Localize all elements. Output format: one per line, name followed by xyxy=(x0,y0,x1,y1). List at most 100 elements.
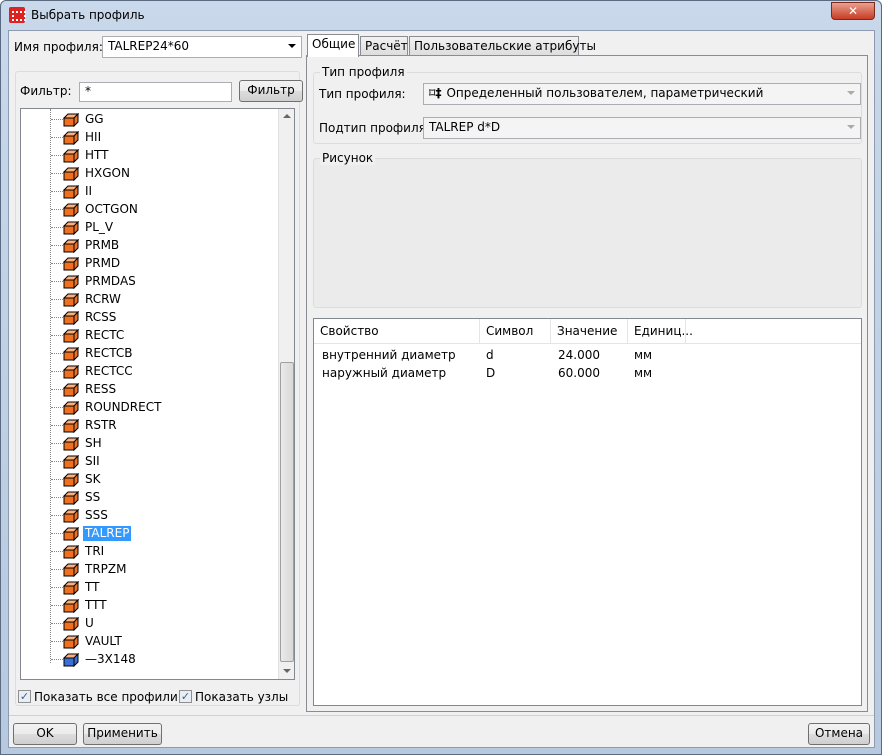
profile-cube-icon xyxy=(63,563,79,577)
tree-item-label: RECTC xyxy=(85,328,125,342)
title-bar[interactable]: Выбрать профиль ✕ xyxy=(1,1,881,29)
window-title: Выбрать профиль xyxy=(31,8,145,22)
close-button[interactable]: ✕ xyxy=(831,2,875,20)
profile-cube-icon xyxy=(63,221,79,235)
tree-item-label: PRMD xyxy=(85,256,121,270)
tree-scrollbar[interactable] xyxy=(278,109,294,679)
tree-line xyxy=(50,109,51,663)
profile-cube-icon xyxy=(63,437,79,451)
column-header-value[interactable]: Значение xyxy=(551,319,628,343)
picture-group-label: Рисунок xyxy=(320,151,376,165)
chevron-down-icon xyxy=(288,44,296,48)
table-cell: мм xyxy=(634,348,653,362)
profile-cube-icon xyxy=(63,419,79,433)
ok-button[interactable]: OK xyxy=(13,723,77,745)
column-header-property[interactable]: Свойство xyxy=(314,319,480,343)
tree-item-label: RCRW xyxy=(85,292,121,306)
filter-label: Фильтр: xyxy=(20,84,72,98)
tree-item-label: VAULT xyxy=(85,634,122,648)
show-nodes-checkbox[interactable]: ✓ xyxy=(179,690,192,703)
dialog-window: Выбрать профиль ✕ Имя профиля: TALREP24*… xyxy=(0,0,882,755)
profile-cube-icon xyxy=(63,545,79,559)
profile-type-value: Определенный пользователем, параметричес… xyxy=(446,86,764,100)
tree-item-label: TRI xyxy=(85,544,105,558)
scroll-up-icon[interactable] xyxy=(283,114,291,118)
apply-button[interactable]: Применить xyxy=(83,723,162,745)
tree-item-label: OCTGON xyxy=(85,202,138,216)
tree-item-label: SII xyxy=(85,454,100,468)
table-row[interactable]: наружный диаметр D 60.000 мм xyxy=(314,365,861,383)
tree-item-label: HXGON xyxy=(85,166,130,180)
profile-name-label: Имя профиля: xyxy=(14,40,103,54)
properties-table[interactable]: Свойство Символ Значение Единиц... внутр… xyxy=(313,318,862,706)
scroll-down-icon[interactable] xyxy=(283,669,291,673)
profile-type-group-label: Тип профиля xyxy=(320,65,407,79)
profile-cube-icon xyxy=(63,599,79,613)
tree-item-label: ROUNDRECT xyxy=(85,400,162,414)
profile-cube-icon xyxy=(63,455,79,469)
profile-name-value: TALREP24*60 xyxy=(108,39,189,53)
tree-item-label: TT xyxy=(85,580,100,594)
profile-cube-icon xyxy=(63,491,79,505)
tree-item-label: RESS xyxy=(85,382,117,396)
tree-item-label: PRMB xyxy=(85,238,120,252)
dialog-body: Имя профиля: TALREP24*60 Фильтр: * Фильт… xyxy=(8,30,875,748)
table-cell: мм xyxy=(634,366,653,380)
tree-item-label: RECTCB xyxy=(85,346,133,360)
tree-item-label: —3X148 xyxy=(85,652,136,666)
cancel-button[interactable]: Отмена xyxy=(808,723,870,745)
tree-item-label: PL_V xyxy=(85,220,114,234)
tree-item-label: SS xyxy=(85,490,101,504)
tab-calculation[interactable]: Расчёт xyxy=(360,36,408,56)
tree-item-label: SH xyxy=(85,436,102,450)
profile-cube-icon xyxy=(63,653,79,667)
profile-cube-icon xyxy=(63,311,79,325)
tree-item-label: SK xyxy=(85,472,101,486)
profile-cube-icon xyxy=(63,509,79,523)
profile-cube-icon xyxy=(63,383,79,397)
profile-cube-icon xyxy=(63,185,79,199)
profile-cube-icon xyxy=(63,113,79,127)
tree-item-label: PRMDAS xyxy=(85,274,136,288)
profile-cube-icon xyxy=(63,293,79,307)
table-row[interactable]: внутренний диаметр d 24.000 мм xyxy=(314,347,861,365)
profile-cube-icon xyxy=(63,275,79,289)
table-cell: внутренний диаметр xyxy=(322,348,456,362)
tree-item-label: TRPZM xyxy=(85,562,127,576)
scroll-thumb[interactable] xyxy=(280,362,294,662)
tab-user-attributes[interactable]: Пользовательские атрибуты xyxy=(409,36,596,56)
tree-item-label: RCSS xyxy=(85,310,117,324)
profile-cube-icon xyxy=(63,365,79,379)
profile-cube-icon xyxy=(63,131,79,145)
show-nodes-label: Показать узлы xyxy=(195,690,289,704)
column-header-unit[interactable]: Единиц... xyxy=(628,319,693,343)
profile-cube-icon xyxy=(63,401,79,415)
chevron-down-icon xyxy=(847,91,855,95)
profile-subtype-combo[interactable]: TALREP d*D xyxy=(423,117,861,139)
tree-item-label: TALREP xyxy=(83,526,132,541)
profile-cube-icon xyxy=(63,527,79,541)
profile-cube-icon xyxy=(63,203,79,217)
filter-button[interactable]: Фильтр xyxy=(239,80,303,102)
tree-item-label: HTT xyxy=(85,148,109,162)
profile-type-combo[interactable]: ⌑‡ Определенный пользователем, параметрич… xyxy=(423,83,861,105)
tree-item-label: RECTCC xyxy=(85,364,133,378)
show-all-profiles-checkbox[interactable]: ✓ xyxy=(18,690,31,703)
tree-item-label: TTT xyxy=(85,598,107,612)
filter-input[interactable]: * xyxy=(79,82,232,102)
profile-name-combo[interactable]: TALREP24*60 xyxy=(102,36,302,58)
tab-general[interactable]: Общие xyxy=(307,34,359,57)
profile-cube-icon xyxy=(63,257,79,271)
table-cell: 60.000 xyxy=(558,366,600,380)
profile-tree[interactable]: GG HII HTT HXGON II OCTGON PL_V PRMB PRMD PRMDAS R… xyxy=(20,108,295,680)
profile-cube-icon xyxy=(63,347,79,361)
profile-type-label: Тип профиля: xyxy=(319,87,406,101)
profile-cube-icon xyxy=(63,581,79,595)
parametric-profile-icon: ⌑‡ xyxy=(429,86,442,100)
column-header-symbol[interactable]: Символ xyxy=(480,319,551,343)
show-all-profiles-label: Показать все профили xyxy=(34,690,178,704)
tree-item-label: SSS xyxy=(85,508,108,522)
profile-cube-icon xyxy=(63,149,79,163)
profile-subtype-value: TALREP d*D xyxy=(429,120,501,134)
tree-item-label: II xyxy=(85,184,93,198)
